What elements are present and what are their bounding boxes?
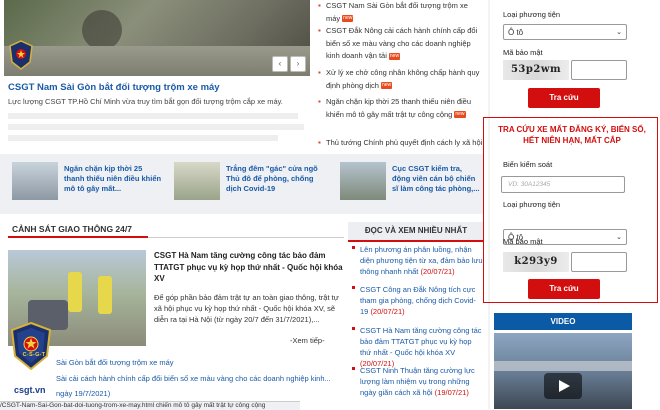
captcha-input[interactable]	[571, 60, 627, 80]
search-button[interactable]: Tra cứu	[528, 88, 600, 108]
video-player[interactable]	[494, 333, 632, 409]
list-item[interactable]: CSGT Công an Đắk Nông tích cực tham gia …	[352, 284, 484, 317]
lost-plate-title: TRA CỨU XE MẤT ĐĂNG KÝ, BIỂN SỐ, HẾT NIÊ…	[498, 125, 646, 145]
most-read-header[interactable]: ĐỌC VÀ XEM NHIỀU NHẤT	[348, 222, 484, 242]
hero-image[interactable]	[4, 0, 310, 76]
strip-title[interactable]: Trắng đêm "gác" cửa ngõ Thủ đô để phòng,…	[226, 164, 320, 194]
list-item[interactable]: Sài Gòn bắt đối tượng trộm xe máy	[56, 358, 174, 367]
list-item[interactable]: Lên phương án phân luồng, nhận diện phươ…	[352, 244, 484, 277]
play-icon[interactable]	[544, 373, 582, 399]
logo-text: C-S-G-T	[22, 352, 46, 358]
hero-title[interactable]: CSGT Nam Sài Gòn bắt đối tượng trộm xe m…	[8, 82, 308, 93]
list-item[interactable]: ▪ Xử lý xe chở công nhân không chấp hành …	[318, 67, 483, 92]
csgt-logo-small	[8, 40, 34, 70]
strip-title[interactable]: Ngăn chặn kịp thời 25 thanh thiếu niên đ…	[64, 164, 164, 194]
csgt-logo[interactable]	[10, 321, 52, 371]
hero-description: Lực lượng CSGT TP.Hồ Chí Minh vừa truy t…	[8, 97, 283, 106]
list-item[interactable]: ▪ CSGT Nam Sài Gòn bắt đối tượng trộm xe …	[318, 0, 483, 25]
section-divider	[148, 237, 344, 238]
strip-thumb[interactable]	[12, 162, 58, 200]
video-header[interactable]: VIDEO	[494, 313, 632, 330]
list-item[interactable]: ▪ Thủ tướng Chính phủ quyết định cách ly …	[318, 137, 483, 149]
hero-faded-text	[8, 110, 308, 144]
plate-input[interactable]: VD: 30A12345	[501, 176, 625, 193]
list-item[interactable]: Sài cải cách hành chính cấp đổi biển số …	[56, 374, 331, 383]
hero-next-button[interactable]: ›	[290, 56, 306, 72]
article-title[interactable]: CSGT Hà Nam tăng cường công tác bảo đảm …	[154, 250, 344, 285]
read-more-link[interactable]: -Xem tiếp-	[290, 336, 325, 345]
list-item[interactable]: ▪ CSGT Đắk Nông cải cách hành chính cấp đ…	[318, 25, 483, 63]
chevron-down-icon: ⌄	[616, 234, 622, 241]
strip-thumb[interactable]	[340, 162, 386, 200]
search-button[interactable]: Tra cứu	[528, 279, 600, 299]
list-item[interactable]: CSGT Ninh Thuận tăng cường lực lượng làm…	[352, 365, 484, 401]
captcha-image: 53p2wm	[503, 60, 569, 80]
captcha-label: Mã bảo mật	[503, 237, 543, 246]
chevron-down-icon: ⌄	[616, 29, 622, 36]
site-name[interactable]: csgt.vn	[14, 385, 46, 395]
article-description: Để góp phần bảo đảm trật tự an toàn giao…	[154, 293, 339, 324]
vehicle-type-label: Loại phương tiện	[503, 200, 561, 209]
strip-title[interactable]: Cục CSGT kiểm tra, động viên cán bộ chiế…	[392, 164, 482, 194]
list-item[interactable]: ngày 19/7/2021)	[56, 389, 110, 398]
list-item[interactable]: CSGT Hà Nam tăng cường công tác bảo đảm …	[352, 325, 484, 369]
strip-thumb[interactable]	[174, 162, 220, 200]
section-underline	[8, 236, 148, 238]
vehicle-type-select[interactable]: Ô tô ⌄	[503, 24, 627, 40]
hero-prev-button[interactable]: ‹	[272, 56, 288, 72]
list-item[interactable]: ▪ Ngăn chặn kịp thời 25 thanh thiếu niên …	[318, 96, 483, 121]
captcha-input[interactable]	[571, 252, 627, 272]
plate-label: Biển kiểm soát	[503, 160, 553, 169]
vehicle-type-label: Loại phương tiện	[503, 10, 561, 19]
captcha-label: Mã bảo mật	[503, 48, 543, 57]
captcha-image: k293y9	[503, 252, 569, 272]
section-title[interactable]: CẢNH SÁT GIAO THÔNG 24/7	[12, 224, 132, 234]
